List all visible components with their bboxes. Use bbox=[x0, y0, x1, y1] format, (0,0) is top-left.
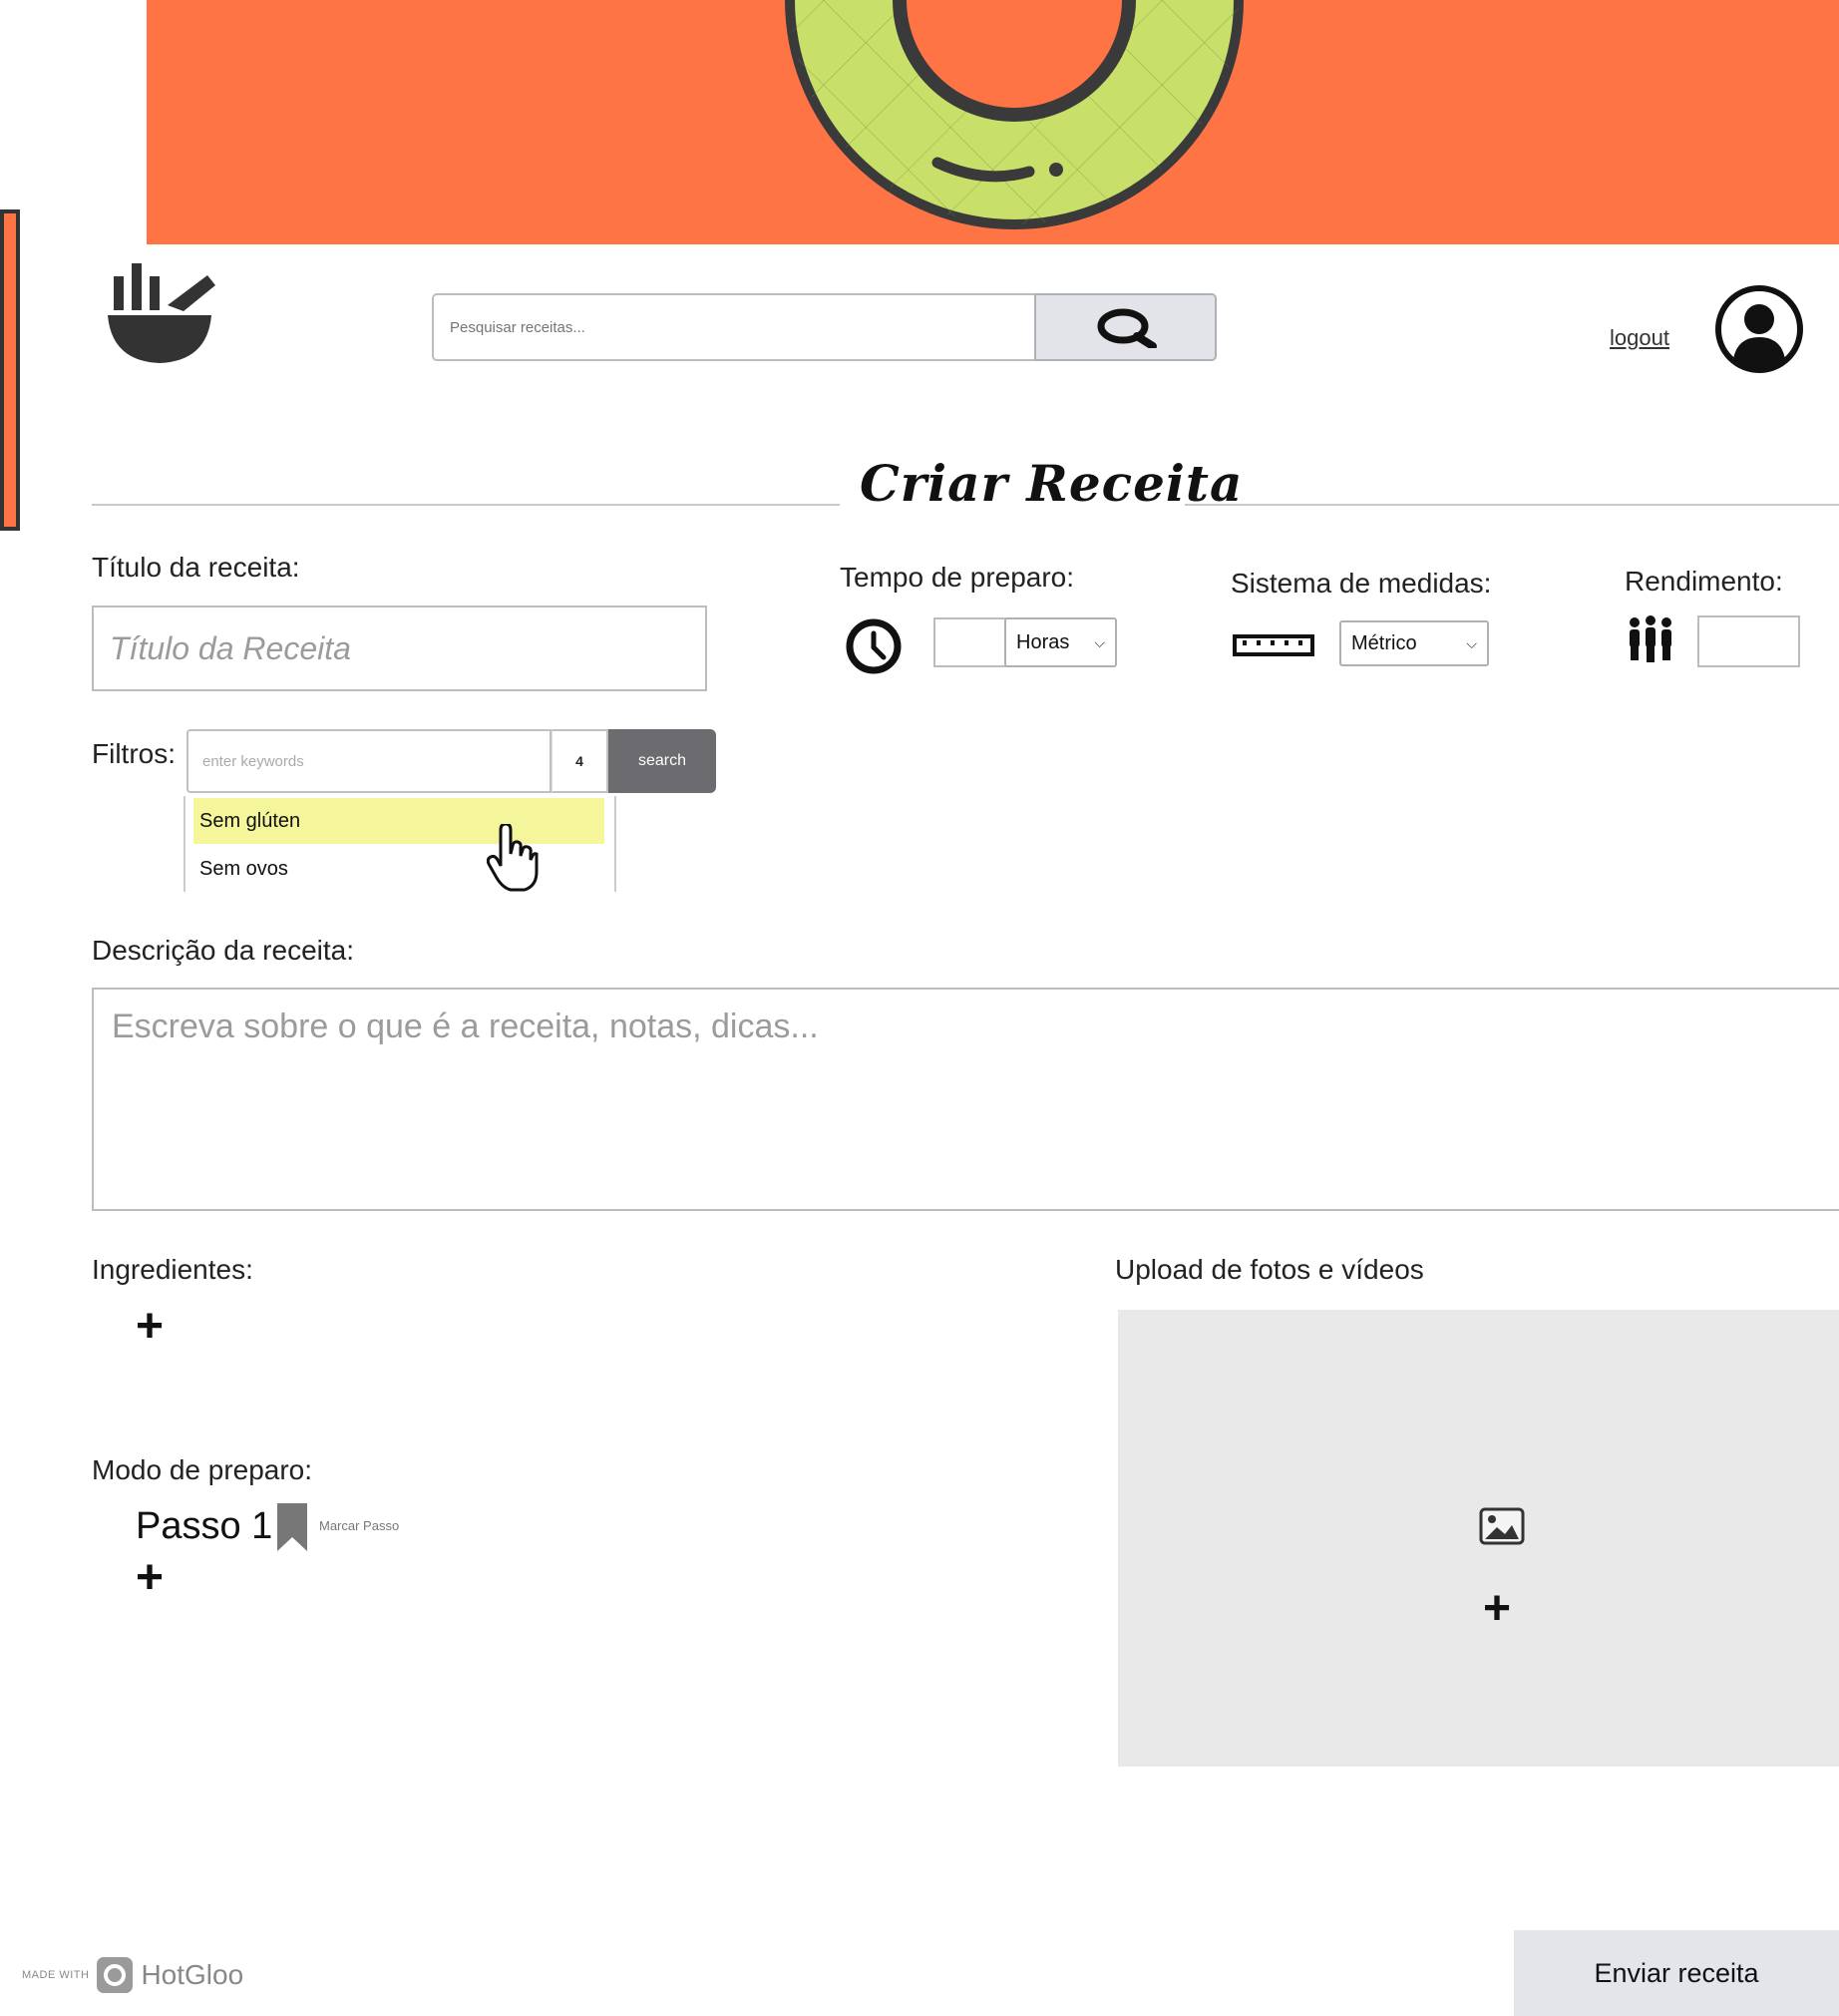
prep-time-unit-select[interactable]: Horas ⌵ bbox=[1004, 617, 1117, 667]
measures-label: Sistema de medidas: bbox=[1231, 568, 1492, 599]
add-step-plus-icon[interactable]: + bbox=[136, 1554, 164, 1602]
measures-value: Métrico bbox=[1351, 631, 1417, 654]
filters-input[interactable]: enter keywords bbox=[186, 729, 552, 793]
title-placeholder: Título da Receita bbox=[110, 629, 351, 666]
filter-option-sem-ovos[interactable]: Sem ovos bbox=[193, 846, 610, 892]
search-icon bbox=[1097, 308, 1157, 348]
clock-icon bbox=[846, 618, 902, 674]
upload-dropzone[interactable]: + bbox=[1118, 1310, 1839, 1767]
prep-time-unit-value: Horas bbox=[1016, 630, 1070, 653]
ingredients-label: Ingredientes: bbox=[92, 1254, 253, 1285]
filters-label: Filtros: bbox=[92, 738, 176, 769]
method-label: Modo de preparo: bbox=[92, 1454, 313, 1485]
submit-recipe-button[interactable]: Enviar receita bbox=[1514, 1930, 1839, 2016]
title-rule-right bbox=[1185, 504, 1839, 506]
prep-time-input[interactable] bbox=[933, 617, 1007, 667]
image-icon bbox=[1479, 1507, 1525, 1545]
banner-logo-icon bbox=[785, 0, 1244, 229]
measures-select[interactable]: Métrico ⌵ bbox=[1339, 620, 1489, 666]
title-rule-left bbox=[92, 504, 840, 506]
header-banner bbox=[147, 0, 1839, 244]
mark-step-label[interactable]: Marcar Passo bbox=[319, 1518, 399, 1533]
title-input[interactable]: Título da Receita bbox=[92, 605, 707, 691]
ruler-icon bbox=[1233, 634, 1314, 656]
side-frame bbox=[0, 209, 20, 531]
made-with-text: MADE WITH bbox=[22, 1969, 90, 1981]
hand-cursor-icon bbox=[487, 824, 539, 892]
search-field[interactable] bbox=[432, 293, 1035, 361]
filter-option-sem-gluten[interactable]: Sem glúten bbox=[193, 798, 604, 844]
yield-input[interactable] bbox=[1697, 615, 1800, 667]
bowl-logo-icon[interactable] bbox=[108, 261, 217, 365]
filters-search-button[interactable]: search bbox=[608, 729, 716, 793]
hotgloo-brand: HotGloo bbox=[141, 1959, 244, 1990]
add-media-plus-icon[interactable]: + bbox=[1483, 1585, 1511, 1633]
chevron-down-icon: ⌵ bbox=[1094, 633, 1105, 650]
search-input[interactable] bbox=[434, 295, 1035, 359]
chevron-down-icon: ⌵ bbox=[1466, 634, 1477, 651]
bookmark-icon[interactable] bbox=[277, 1503, 307, 1551]
filters-count-badge: 4 bbox=[552, 729, 608, 793]
user-avatar-icon[interactable] bbox=[1713, 283, 1805, 375]
title-label: Título da receita: bbox=[92, 552, 300, 583]
logout-link[interactable]: logout bbox=[1610, 325, 1669, 351]
description-textarea[interactable]: Escreva sobre o que é a receita, notas, … bbox=[92, 988, 1839, 1211]
upload-label: Upload de fotos e vídeos bbox=[1115, 1254, 1424, 1285]
add-ingredient-plus-icon[interactable]: + bbox=[136, 1303, 164, 1351]
filters-dropdown: Sem glúten Sem ovos bbox=[184, 796, 616, 892]
hotgloo-logo-icon bbox=[97, 1957, 134, 1993]
made-with-badge: MADE WITH HotGloo bbox=[22, 1957, 243, 1993]
search-button[interactable] bbox=[1034, 293, 1217, 361]
yield-label: Rendimento: bbox=[1625, 566, 1783, 597]
description-label: Descrição da receita: bbox=[92, 935, 355, 966]
step-title: Passo 1 bbox=[136, 1505, 273, 1547]
people-icon bbox=[1630, 615, 1671, 662]
prep-time-label: Tempo de preparo: bbox=[840, 562, 1075, 593]
